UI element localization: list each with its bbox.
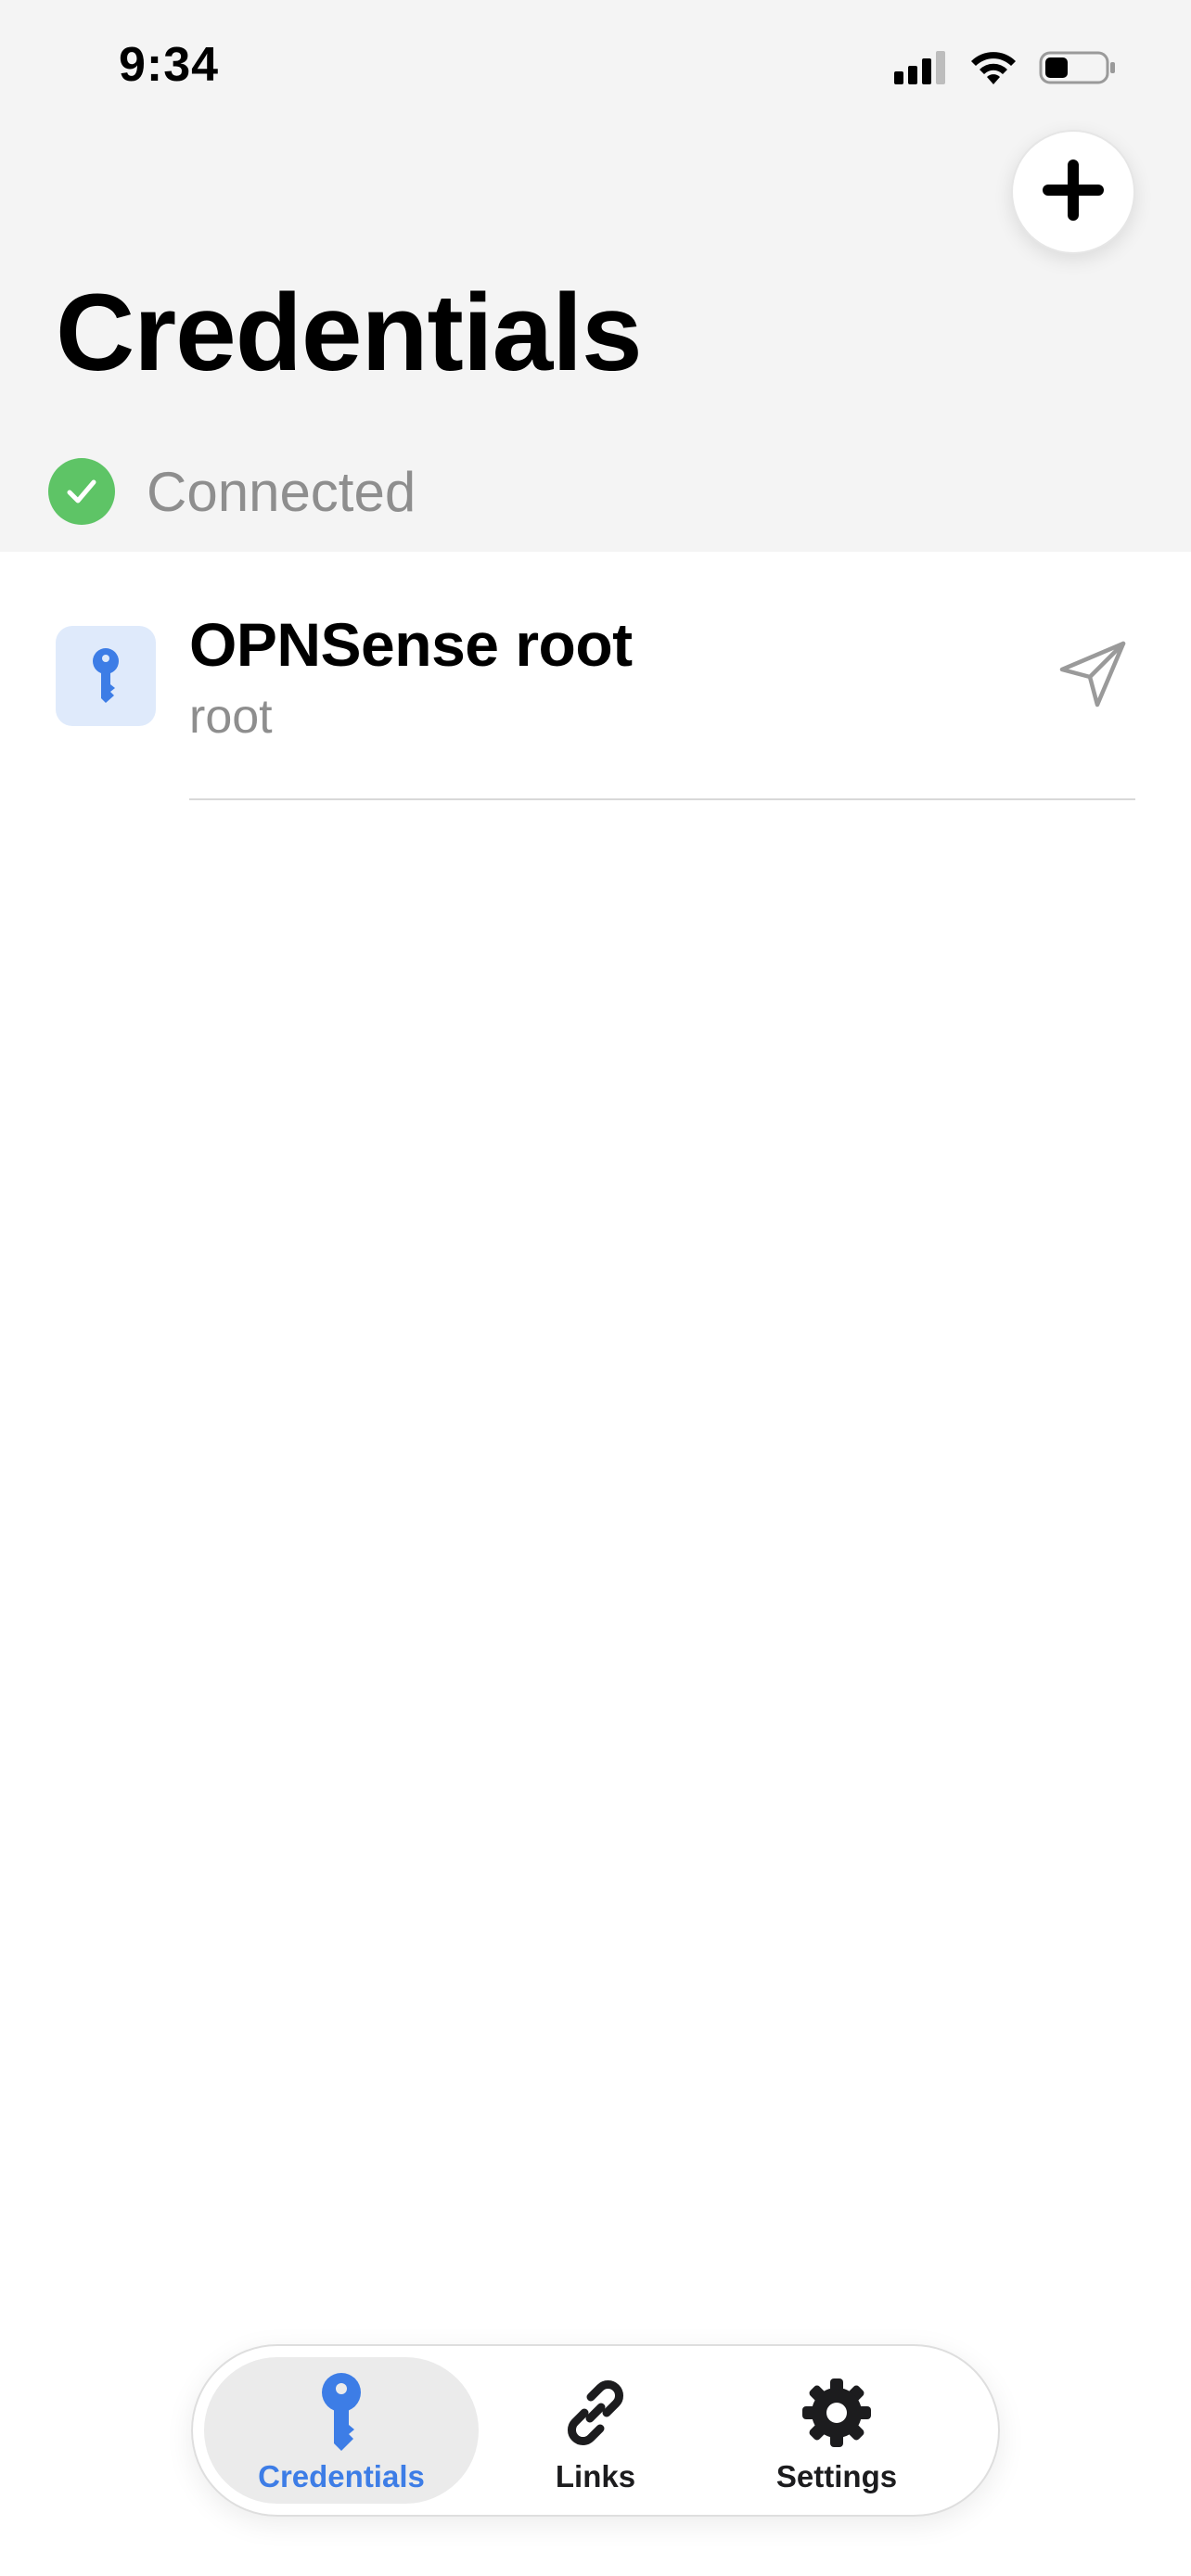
add-credential-button[interactable]: [1011, 130, 1135, 254]
tab-credentials[interactable]: Credentials: [204, 2357, 479, 2504]
tab-settings-label: Settings: [775, 2459, 898, 2493]
header: 9:34 Credentials Connected: [0, 0, 1191, 552]
link-icon: [558, 2372, 633, 2454]
page-title: Credentials: [56, 272, 643, 394]
plus-icon: [1039, 156, 1108, 229]
screen: 9:34 Credentials Connected OPNSense root…: [0, 0, 1191, 2576]
tab-links-label: Links: [555, 2459, 636, 2493]
tab-bar: Credentials Links Settings: [191, 2344, 1000, 2517]
tab-settings[interactable]: Settings: [716, 2357, 957, 2504]
row-divider: [189, 798, 1135, 800]
cellular-signal-icon: [892, 49, 948, 86]
credential-username: root: [189, 690, 273, 744]
status-time: 9:34: [119, 38, 220, 92]
tab-links[interactable]: Links: [505, 2357, 686, 2504]
status-icons: [892, 45, 1117, 91]
connection-status: Connected: [48, 458, 416, 525]
wifi-icon: [968, 49, 1018, 86]
checkmark-circle-icon: [48, 458, 115, 525]
credential-key-icon: [56, 626, 156, 726]
gear-icon: [800, 2372, 874, 2454]
tab-credentials-label: Credentials: [258, 2459, 425, 2493]
send-credential-button[interactable]: [1054, 637, 1132, 715]
battery-icon: [1039, 49, 1117, 86]
key-icon: [320, 2372, 363, 2454]
connection-status-label: Connected: [147, 460, 416, 523]
send-icon: [1057, 638, 1129, 715]
credential-title: OPNSense root: [189, 610, 633, 679]
credential-row[interactable]: OPNSense root root: [0, 552, 1191, 800]
status-bar: 9:34: [0, 0, 1191, 130]
credentials-list: OPNSense root root: [0, 552, 1191, 800]
